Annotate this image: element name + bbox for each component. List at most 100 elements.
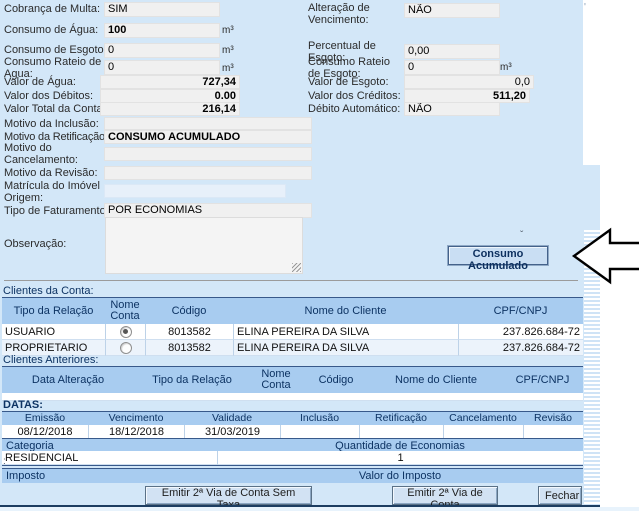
motivo-revisao-label: Motivo da Revisão: [4,168,98,180]
page-bottom-strip [0,507,639,511]
cobranca-multa-field[interactable]: SIM [104,2,220,17]
col-header-inclusao: Inclusão [280,412,359,425]
col-header-cpf-cnpj: CPF/CNPJ [502,367,583,393]
col-header-nome-conta: Nome Conta [105,298,145,324]
data-revisao [523,425,583,439]
col-header-codigo: Código [145,298,233,324]
data-validade: 31/03/2019 [184,425,280,439]
data-retificacao [359,425,443,439]
emitir-via-button[interactable]: Emitir 2ª Via de Conta [392,486,498,505]
motivo-cancelamento-label: Motivo do Cancelamento: [4,143,106,166]
valor-esgoto-label: Valor de Esgoto: [308,77,389,89]
consumo-esgoto-unit: m³ [222,45,234,56]
alteracao-vencimento-label: Alteração de Vencimento: [308,3,403,26]
valor-debitos-field[interactable]: 0.00 [100,89,240,103]
cliente-tipo: USUARIO [2,324,105,340]
col-header-tipo-relacao: Tipo da Relação [2,298,105,324]
separator-line [4,280,578,281]
valor-creditos-field[interactable]: 511,20 [404,89,530,103]
cliente-codigo: 8013582 [145,324,233,340]
datas-table: Emissão Vencimento Validade Inclusão Ret… [2,411,583,439]
motivo-cancelamento-field[interactable] [104,147,312,161]
consumo-esgoto-label: Consumo de Esgoto: [4,45,107,57]
valor-agua-field[interactable]: 727,34 [100,75,240,89]
emitir-via-sem-taxa-button[interactable]: Emitir 2ª Via de Conta Sem Taxa [145,486,312,505]
debito-automatico-label: Débito Automático: [308,104,400,116]
caret-artifact: ˇ [520,230,523,241]
consumo-rateio-agua-field[interactable]: 0 [104,60,220,75]
data-vencimento: 18/12/2018 [88,425,184,439]
debito-automatico-field[interactable]: NÃO [404,102,500,116]
cliente-cpf: 237.826.684-72 [458,324,583,340]
consumo-agua-unit: m³ [222,25,234,36]
matricula-imovel-label: Matrícula do Imóvel Origem: [4,181,106,204]
valor-debitos-label: Valor dos Débitos: [4,91,93,103]
qtd-economias-value: 1 [217,451,583,465]
col-header-tipo-relacao: Tipo da Relação [134,367,250,393]
cliente-nome: ELINA PEREIRA DA SILVA [233,340,458,356]
consumo-rateio-esgoto-unit: m³ [500,62,512,73]
col-header-retificacao: Retificação [359,412,443,425]
valor-esgoto-field[interactable]: 0,0 [404,75,534,89]
motivo-retificacao-field[interactable]: CONSUMO ACUMULADO [104,130,312,144]
valor-total-field[interactable]: 216,14 [100,102,240,116]
clientes-conta-table: Tipo da Relação Nome Conta Código Nome d… [2,297,583,356]
observacao-label: Observação: [4,239,66,251]
matricula-imovel-field[interactable] [104,184,286,198]
col-header-revisao: Revisão [523,412,583,425]
col-header-vencimento: Vencimento [88,412,184,425]
imposto-header-bar: Imposto Valor do Imposto [2,468,583,483]
motivo-inclusao-field[interactable] [104,117,312,130]
data-emissao: 08/12/2018 [2,425,88,439]
col-header-nome-conta: Nome Conta [250,367,302,393]
tipo-faturamento-field[interactable]: POR ECONOMIAS [104,203,312,218]
alteracao-vencimento-field[interactable]: NÃO [404,3,500,18]
clientes-conta-title: Clientes da Conta: [3,285,94,297]
consumo-agua-field[interactable]: 100 [104,23,220,38]
tick-artifact: ' [584,2,586,13]
col-header-emissao: Emissão [2,412,88,425]
cliente-nome: ELINA PEREIRA DA SILVA [233,324,458,340]
col-header-cancelamento: Cancelamento [443,412,523,425]
clientes-anteriores-table: Data Alteração Tipo da Relação Nome Cont… [2,366,583,401]
valor-agua-label: Valor de Água: [4,77,76,89]
clientes-anteriores-title: Clientes Anteriores: [3,354,98,366]
col-header-valor-imposto: Valor do Imposto [217,469,583,483]
col-header-nome-cliente: Nome do Cliente [370,367,502,393]
categoria-value: RESIDENCIAL [2,451,217,465]
data-cancelamento [443,425,523,439]
categoria-table: RESIDENCIAL 1 [2,451,583,466]
valor-total-label: Valor Total da Conta: [4,104,106,116]
colon-artifact: : [3,456,6,467]
nome-conta-radio-cell [105,340,145,356]
consumo-esgoto-field[interactable]: 0 [104,43,220,58]
consumo-agua-label: Consumo de Água: [4,25,98,37]
data-inclusao [280,425,359,439]
motivo-revisao-field[interactable] [104,166,312,180]
cliente-cpf: 237.826.684-72 [458,340,583,356]
observacao-textarea[interactable] [105,217,303,274]
nome-conta-radio-selected[interactable] [120,326,132,338]
col-header-data-alteracao: Data Alteração [2,367,134,393]
consumo-acumulado-button[interactable]: Consumo Acumulado [448,246,548,265]
valor-creditos-label: Valor dos Créditos: [308,91,401,103]
nome-conta-radio-cell [105,324,145,340]
tipo-faturamento-label: Tipo de Faturamento: [4,206,109,218]
motivo-inclusao-label: Motivo da Inclusão: [4,119,99,131]
col-header-imposto: Imposto [2,469,217,483]
fechar-button[interactable]: Fechar [538,486,582,505]
cobranca-multa-label: Cobrança de Multa: [4,4,100,16]
col-header-codigo: Código [302,367,370,393]
resize-grip-icon[interactable] [292,263,301,272]
nome-conta-radio[interactable] [120,342,132,354]
col-header-validade: Validade [184,412,280,425]
categoria-header-bar: Categoria Quantidade de Economias [2,438,583,452]
consumo-rateio-esgoto-field[interactable]: 0 [404,60,500,75]
percentual-esgoto-field[interactable]: 0,00 [404,44,500,59]
col-header-nome-cliente: Nome do Cliente [233,298,458,324]
datas-title: DATAS: [3,399,43,411]
billing-detail-page: Cobrança de Multa: SIM Consumo de Água: … [0,0,639,511]
col-header-cpf-cnpj: CPF/CNPJ [458,298,583,324]
left-arrow-annotation-icon [570,226,639,286]
consumo-rateio-agua-unit: m³ [222,63,234,74]
